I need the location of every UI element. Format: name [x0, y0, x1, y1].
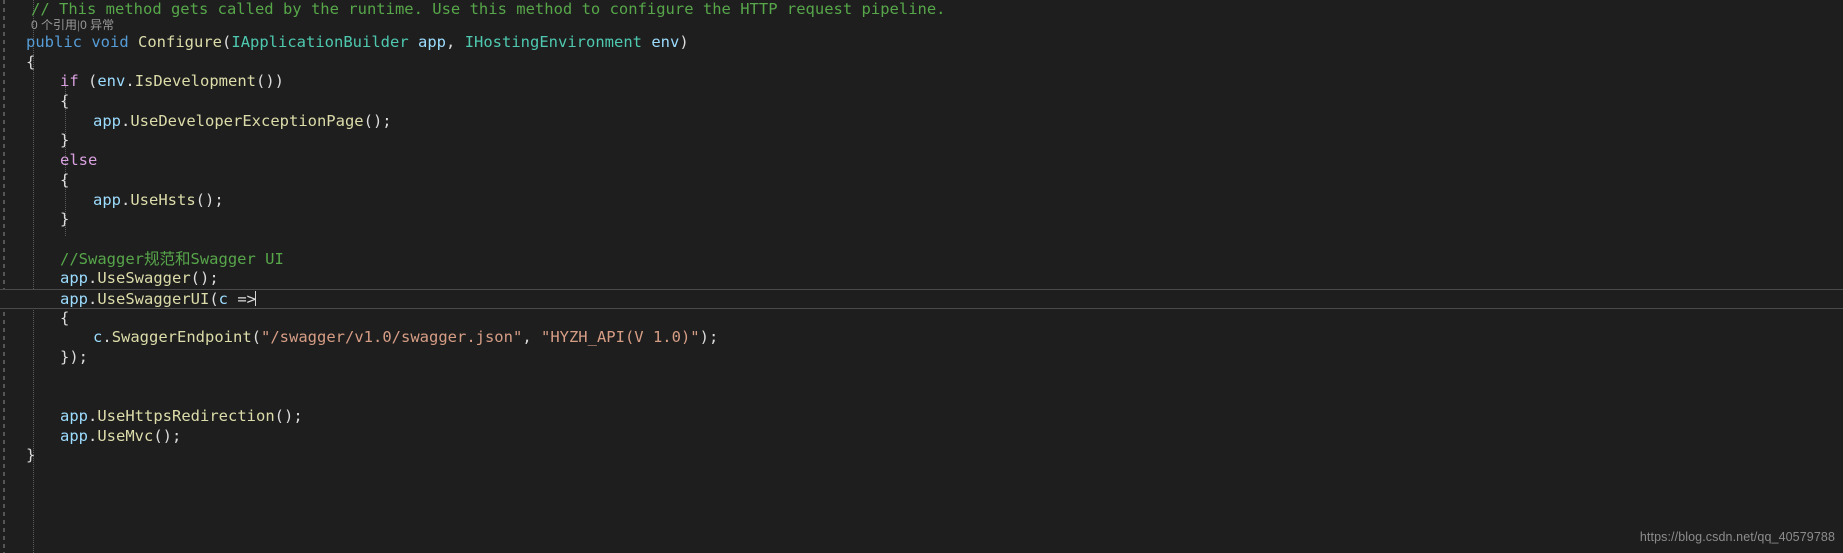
- comma: ,: [522, 328, 541, 347]
- comma: ,: [446, 33, 465, 51]
- code-line-if-statement[interactable]: if (env.IsDevelopment()): [0, 72, 1843, 92]
- code-line-comment-header[interactable]: // This method gets called by the runtim…: [0, 0, 1843, 18]
- brace-open: {: [26, 52, 36, 71]
- paren-open: (: [209, 289, 219, 308]
- brace-close: }: [26, 446, 36, 465]
- watermark-url: https://blog.csdn.net/qq_40579788: [1639, 530, 1835, 545]
- paren-open: (: [251, 328, 262, 347]
- brace-close: }: [60, 210, 70, 229]
- codelens-exceptions[interactable]: 0 异常: [80, 18, 114, 32]
- identifier-env: env: [97, 72, 126, 91]
- dot: .: [88, 426, 98, 445]
- identifier-app: app: [60, 407, 88, 426]
- param-app: app: [418, 33, 447, 51]
- code-line-else[interactable]: else: [0, 151, 1843, 171]
- comment-text: //Swagger规范和Swagger UI: [60, 249, 284, 268]
- code-line-lambda-open-brace[interactable]: {: [0, 309, 1843, 329]
- string-api-title: "HYZH_API(V 1.0)": [540, 328, 700, 347]
- code-line-useswagger[interactable]: app.UseSwagger();: [0, 269, 1843, 289]
- code-line-useswaggerui-current[interactable]: app.UseSwaggerUI(c =>: [0, 288, 1843, 309]
- code-editor[interactable]: // This method gets called by the runtim…: [0, 0, 1843, 553]
- identifier-app: app: [93, 111, 121, 130]
- paren-open: (: [222, 33, 232, 51]
- code-line-else-close-brace[interactable]: }: [0, 210, 1843, 230]
- brace-close: }: [60, 131, 70, 150]
- code-line-usedeveloperexceptionpage[interactable]: app.UseDeveloperExceptionPage();: [0, 112, 1843, 132]
- code-line-blank[interactable]: [0, 387, 1843, 407]
- call-tail: ();: [363, 111, 392, 130]
- brace-open: {: [60, 170, 70, 189]
- lambda-param-c: c: [218, 289, 229, 308]
- comment-text: // This method gets called by the runtim…: [31, 0, 946, 18]
- code-line-swaggerendpoint[interactable]: c.SwaggerEndpoint("/swagger/v1.0/swagger…: [0, 328, 1843, 348]
- dot: .: [88, 289, 98, 308]
- method-name-configure: Configure: [138, 33, 223, 51]
- code-line-usemvc[interactable]: app.UseMvc();: [0, 427, 1843, 447]
- dot: .: [121, 111, 131, 130]
- paren-close: ): [679, 33, 689, 51]
- if-paren-open: (: [78, 72, 98, 91]
- code-line-if-open-brace[interactable]: {: [0, 92, 1843, 112]
- method-isdevelopment: IsDevelopment: [134, 72, 257, 91]
- call-tail: );: [699, 328, 719, 347]
- code-line-blank[interactable]: [0, 230, 1843, 250]
- keyword-if: if: [60, 72, 79, 91]
- brace-open: {: [60, 308, 70, 327]
- dot: .: [88, 407, 98, 426]
- codelens-references[interactable]: 0 个引用: [31, 18, 77, 32]
- brace-open: {: [60, 92, 70, 111]
- type-iapplicationbuilder: IApplicationBuilder: [231, 33, 409, 51]
- code-line-else-open-brace[interactable]: {: [0, 171, 1843, 191]
- code-line-usehsts[interactable]: app.UseHsts();: [0, 191, 1843, 211]
- identifier-app: app: [60, 269, 88, 288]
- identifier-app: app: [60, 426, 88, 445]
- code-text-area[interactable]: // This method gets called by the runtim…: [0, 0, 1843, 466]
- code-line-swagger-comment[interactable]: //Swagger规范和Swagger UI: [0, 250, 1843, 270]
- code-line-method-close-brace[interactable]: }: [0, 446, 1843, 466]
- identifier-app: app: [93, 190, 121, 209]
- method-useswaggerui: UseSwaggerUI: [97, 289, 210, 308]
- call-tail: ();: [190, 269, 219, 288]
- call-tail: ();: [153, 426, 182, 445]
- method-usehsts: UseHsts: [130, 190, 196, 209]
- code-line-method-open-brace[interactable]: {: [0, 53, 1843, 73]
- dot: .: [88, 269, 98, 288]
- brace-close-paren: });: [60, 348, 88, 366]
- identifier-c: c: [93, 328, 103, 347]
- method-usehttpsredirection: UseHttpsRedirection: [97, 407, 275, 426]
- call-tail: ();: [195, 190, 224, 209]
- keyword-else: else: [60, 151, 98, 170]
- code-line-usehttpsredirection[interactable]: app.UseHttpsRedirection();: [0, 407, 1843, 427]
- type-ihostingenvironment: IHostingEnvironment: [464, 33, 642, 51]
- code-line-blank[interactable]: [0, 368, 1843, 388]
- method-swaggerendpoint: SwaggerEndpoint: [111, 328, 252, 347]
- identifier-app: app: [60, 289, 88, 308]
- call-tail: ();: [274, 407, 303, 426]
- dot: .: [102, 328, 112, 347]
- string-swagger-json-path: "/swagger/v1.0/swagger.json": [261, 328, 523, 347]
- method-usemvc: UseMvc: [97, 426, 154, 445]
- lambda-arrow: =>: [228, 289, 257, 308]
- method-useswagger: UseSwagger: [97, 269, 191, 288]
- keyword-public: public: [26, 33, 82, 51]
- code-line-lambda-close[interactable]: });: [0, 348, 1843, 368]
- param-env: env: [651, 33, 680, 51]
- code-line-method-signature[interactable]: public void Configure(IApplicationBuilde…: [0, 33, 1843, 53]
- dot: .: [125, 72, 135, 91]
- text-caret: [255, 290, 257, 306]
- method-usedeveloperexceptionpage: UseDeveloperExceptionPage: [130, 111, 364, 130]
- dot: .: [121, 190, 131, 209]
- code-line-if-close-brace[interactable]: }: [0, 131, 1843, 151]
- keyword-void: void: [91, 33, 129, 51]
- if-paren-close: ()): [256, 72, 285, 91]
